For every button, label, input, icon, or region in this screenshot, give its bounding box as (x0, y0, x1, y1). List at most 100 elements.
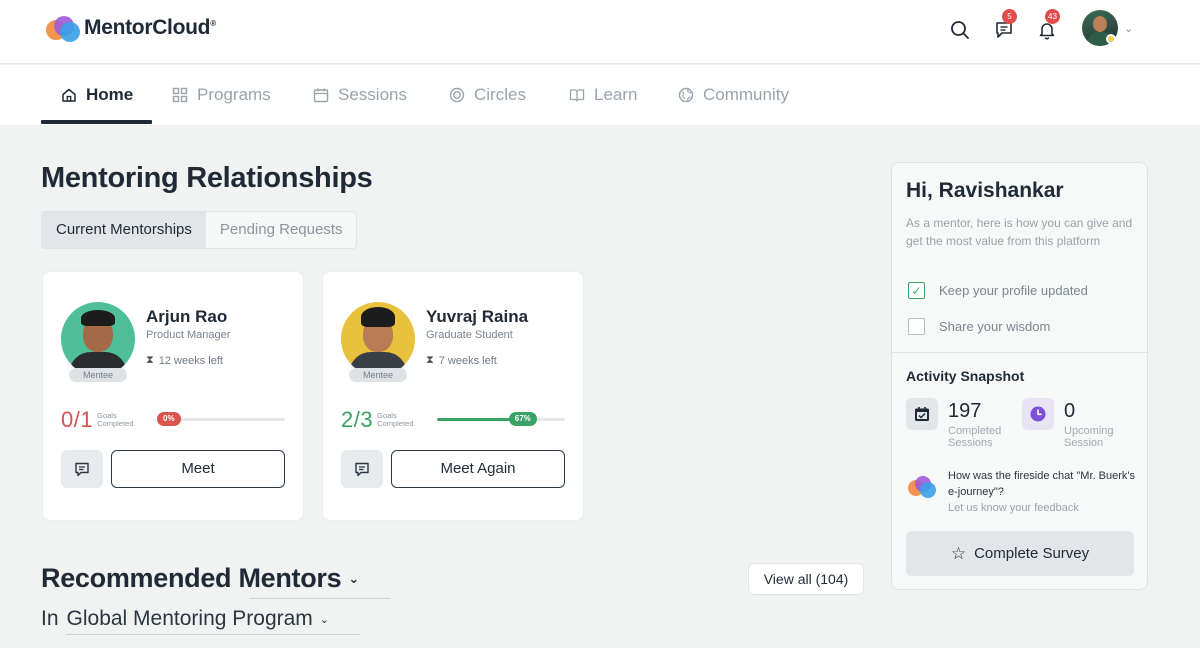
tab-community-label: Community (703, 85, 789, 104)
top-header: MentorCloud® 5 43 ⌄ (0, 0, 1200, 64)
mentorcloud-logo-icon (908, 475, 938, 499)
program-prefix: In (41, 607, 59, 630)
program-underline (66, 634, 360, 635)
weeks-left-text: 7 weeks left (438, 354, 497, 367)
mentee-photo[interactable] (341, 302, 415, 376)
messages-badge: 5 (1002, 9, 1017, 24)
complete-survey-label: Complete Survey (974, 545, 1090, 562)
goals-summary: 0/1 Goals Completed (61, 407, 133, 433)
checklist-item[interactable]: ✓ Keep your profile updated (908, 282, 1088, 299)
chat-icon (75, 462, 89, 477)
goals-caption: Goals Completed (377, 411, 414, 428)
mentee-card: Mentee Yuvraj Raina Graduate Student ⧗ 7… (322, 271, 584, 521)
relationship-tabs: Current Mentorships Pending Requests (41, 211, 358, 249)
message-button[interactable] (341, 450, 383, 488)
user-menu[interactable]: ⌄ (1082, 9, 1138, 47)
complete-survey-button[interactable]: ☆ Complete Survey (906, 531, 1134, 576)
meet-again-button[interactable]: Meet Again (391, 450, 565, 488)
progress-pill: 67% (508, 412, 537, 426)
tab-sessions-label: Sessions (338, 85, 407, 104)
globe-icon (677, 86, 695, 104)
greeting: Hi, Ravishankar (906, 179, 1064, 202)
intro-text: As a mentor, here is how you can give an… (906, 216, 1133, 248)
feedback-question: How was the fireside chat "Mr. Buerk's e… (948, 470, 1135, 498)
goals-count: 2/3 (341, 407, 374, 432)
tab-learn[interactable]: Learn (568, 65, 637, 125)
weeks-left: ⧗ 12 weeks left (146, 354, 223, 367)
checklist-item[interactable]: Share your wisdom (908, 318, 1050, 335)
weeks-left: ⧗ 7 weeks left (426, 354, 497, 367)
mentee-tag: Mentee (69, 368, 127, 382)
search-icon[interactable] (948, 18, 972, 42)
checkbox-icon[interactable] (908, 318, 925, 335)
mentorcloud-logo-icon (46, 14, 80, 42)
messages-icon[interactable]: 5 (992, 9, 1017, 42)
home-icon (60, 86, 78, 104)
progress-pill: 0% (157, 412, 181, 426)
tab-sessions[interactable]: Sessions (312, 65, 407, 125)
goals-progress-bar: 67% (437, 412, 565, 426)
mentee-photo[interactable] (61, 302, 135, 376)
mentee-tag: Mentee (349, 368, 407, 382)
checklist-label: Share your wisdom (939, 319, 1051, 334)
upcoming-sessions-label: Upcoming Session (1064, 425, 1114, 449)
brand-logo[interactable]: MentorCloud® (46, 13, 216, 43)
message-button[interactable] (61, 450, 103, 488)
view-all-button[interactable]: View all (104) (748, 563, 864, 595)
goals-progress-bar: 0% (157, 412, 285, 426)
avatar[interactable] (1082, 10, 1118, 46)
notifications-bell-icon[interactable]: 43 (1035, 9, 1060, 42)
tab-circles-label: Circles (474, 85, 526, 104)
clock-icon (1022, 398, 1054, 430)
tab-programs[interactable]: Programs (171, 65, 271, 125)
active-tab-indicator (41, 120, 152, 124)
recommended-title: Recommended Mentors (41, 563, 342, 593)
recommended-mentors-dropdown[interactable]: Recommended Mentors ⌄ (41, 563, 359, 594)
activity-snapshot-title: Activity Snapshot (906, 368, 1025, 384)
hourglass-icon: ⧗ (146, 354, 154, 366)
chevron-down-icon[interactable]: ⌄ (320, 613, 329, 626)
circles-icon (448, 86, 466, 104)
program-dropdown[interactable]: Global Mentoring Program (67, 607, 313, 631)
checklist-label: Keep your profile updated (939, 283, 1088, 298)
mentee-name[interactable]: Yuvraj Raina (426, 307, 528, 327)
divider (892, 352, 1147, 353)
tab-community[interactable]: Community (677, 65, 789, 125)
feedback-link[interactable]: Let us know your feedback (948, 502, 1079, 514)
tab-pending-requests[interactable]: Pending Requests (206, 212, 357, 248)
upcoming-sessions-count: 0 (1064, 400, 1076, 422)
chevron-down-icon[interactable]: ⌄ (1124, 22, 1133, 35)
section-title-relationships: Mentoring Relationships (41, 162, 373, 194)
tab-home[interactable]: Home (60, 65, 133, 125)
tab-programs-label: Programs (197, 85, 271, 104)
notifications-badge: 43 (1045, 9, 1060, 24)
status-dot (1106, 34, 1116, 44)
star-icon: ☆ (950, 543, 967, 563)
program-filter: In Global Mentoring Program ⌄ (41, 607, 329, 631)
mentee-name[interactable]: Arjun Rao (146, 307, 227, 327)
completed-sessions-count: 197 (948, 400, 982, 422)
goals-summary: 2/3 Goals Completed (341, 407, 413, 433)
goals-count: 0/1 (61, 407, 94, 432)
goals-caption: Goals Completed (97, 411, 134, 428)
calendar-icon (312, 86, 330, 104)
weeks-left-text: 12 weeks left (158, 354, 223, 367)
main-nav: Home Programs Sessions Circles Learn Com… (0, 65, 1200, 125)
chat-icon (355, 462, 369, 477)
grid-icon (171, 86, 189, 104)
meet-button[interactable]: Meet (111, 450, 285, 488)
dropdown-underline (250, 598, 390, 599)
hourglass-icon: ⧗ (426, 354, 434, 366)
tab-current-mentorships[interactable]: Current Mentorships (42, 212, 206, 248)
mentor-sidebar-panel: Hi, Ravishankar As a mentor, here is how… (891, 162, 1148, 590)
brand-name: MentorCloud® (84, 16, 216, 39)
mentee-role: Graduate Student (426, 329, 513, 341)
mentee-card: Mentee Arjun Rao Product Manager ⧗ 12 we… (42, 271, 304, 521)
completed-sessions-label: Completed Sessions (948, 425, 1002, 449)
tab-home-label: Home (86, 85, 134, 104)
tab-circles[interactable]: Circles (448, 65, 526, 125)
book-icon (568, 86, 586, 104)
tab-learn-label: Learn (594, 85, 638, 104)
checkbox-checked-icon[interactable]: ✓ (908, 282, 925, 299)
mentee-role: Product Manager (146, 329, 231, 341)
